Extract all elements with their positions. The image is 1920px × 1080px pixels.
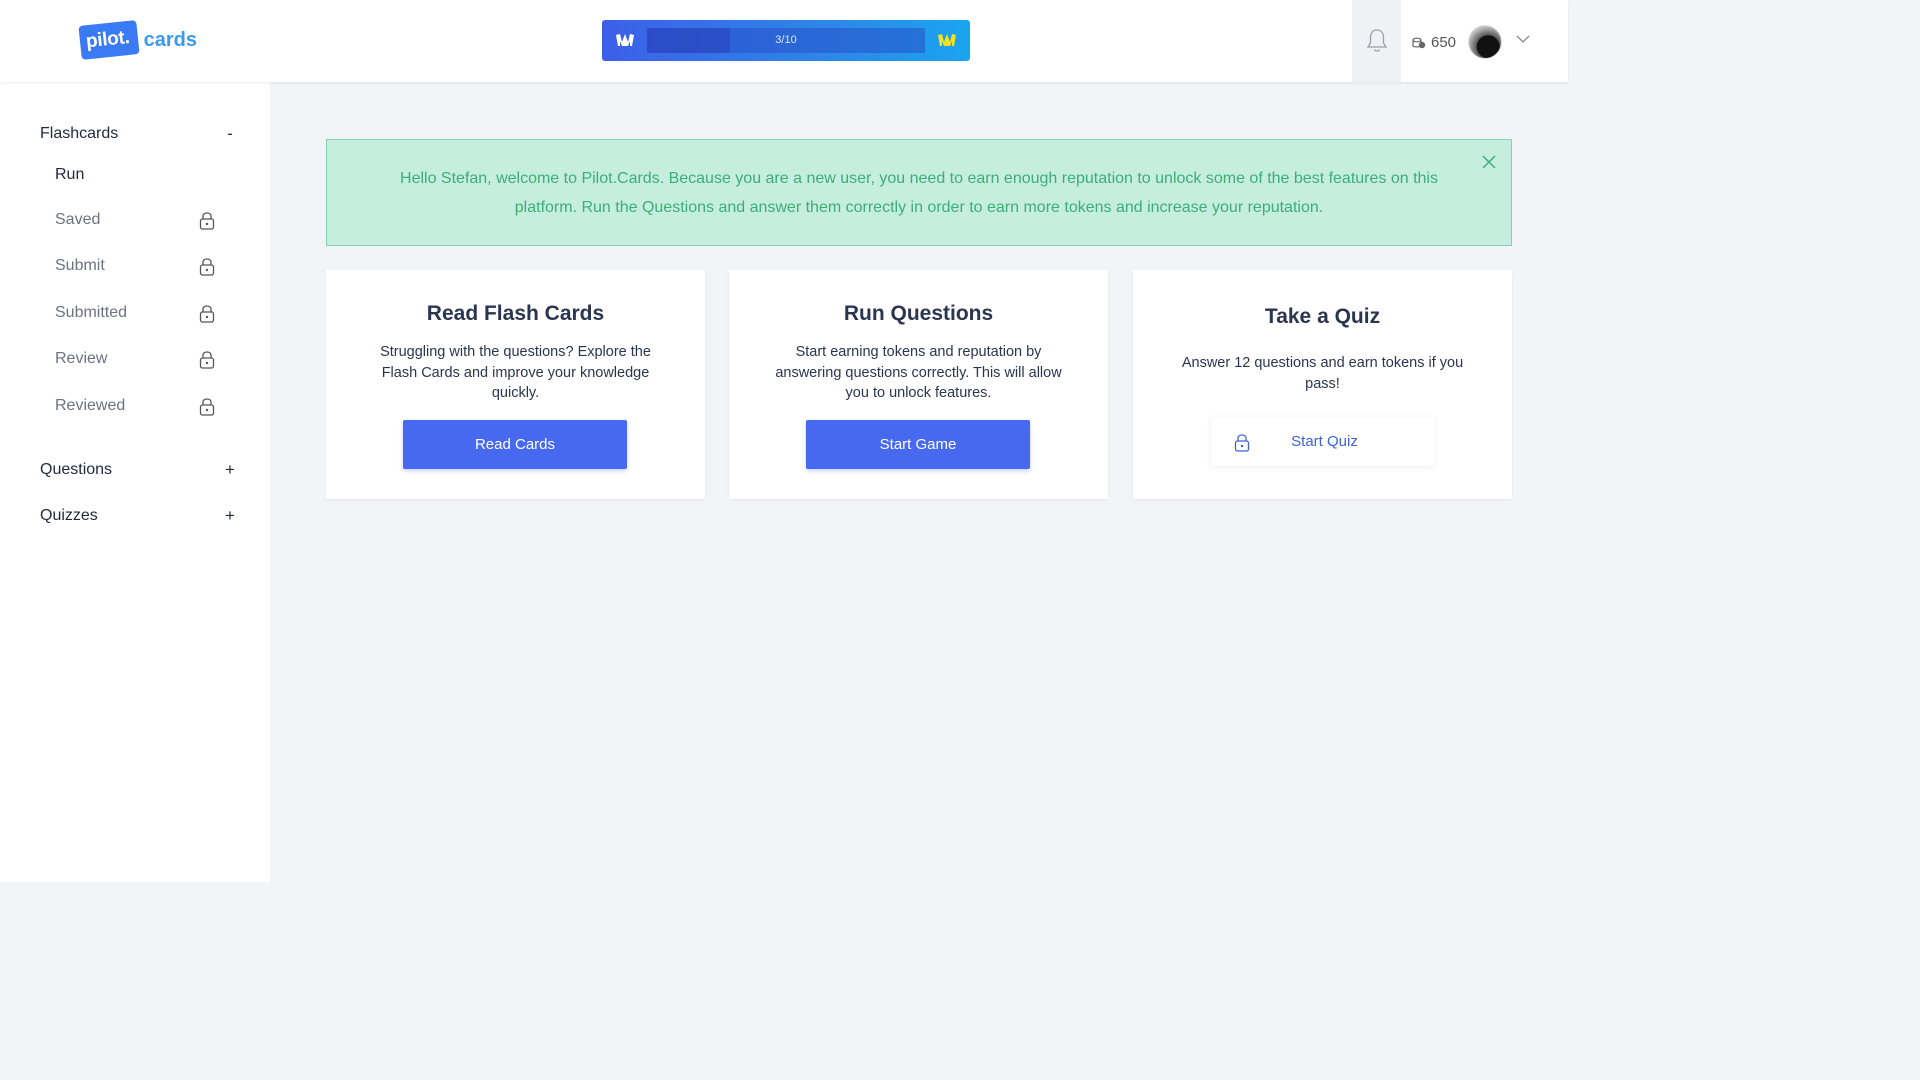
sidebar-section-questions[interactable]: Questions + [40, 460, 236, 480]
token-count: 650 [1431, 34, 1457, 51]
sidebar-item-label: Run [55, 166, 85, 183]
sidebar-item-label: Review [55, 350, 108, 367]
crown-icon [616, 34, 634, 46]
sidebar-item-reviewed[interactable]: Reviewed [55, 396, 215, 416]
lock-icon [199, 212, 215, 230]
welcome-alert-text: Hello Stefan, welcome to Pilot.Cards. Be… [400, 170, 1438, 216]
card-run-questions: Run Questions Start earning tokens and r… [729, 270, 1108, 499]
card-take-a-quiz: Take a Quiz Answer 12 questions and earn… [1133, 270, 1512, 499]
start-quiz-button[interactable]: Start Quiz [1211, 417, 1435, 466]
lock-icon [199, 398, 215, 416]
card-description: Struggling with the questions? Explore t… [380, 344, 651, 401]
sidebar-item-label: Submitted [55, 304, 128, 321]
token-balance: 650 [1412, 34, 1456, 51]
sidebar-item-review[interactable]: Review [55, 349, 215, 369]
lock-icon [1234, 433, 1250, 452]
expand-toggle[interactable]: + [224, 506, 236, 526]
chevron-down-icon[interactable] [1516, 34, 1530, 44]
lock-icon [199, 258, 215, 276]
sidebar-section-flashcards[interactable]: Flashcards - [40, 124, 236, 144]
card-description: Start earning tokens and reputation by a… [775, 344, 1062, 401]
sidebar-section-quizzes[interactable]: Quizzes + [40, 506, 236, 526]
pilot-cards-logo[interactable]: pilot. cards [78, 20, 197, 60]
card-title: Take a Quiz [1264, 305, 1381, 328]
section-label: Questions [40, 461, 113, 478]
sidebar-item-label: Submit [55, 257, 105, 274]
sidebar-item-submitted[interactable]: Submitted [55, 303, 215, 323]
notifications-button[interactable] [1352, 0, 1401, 82]
coins-icon [1412, 37, 1426, 48]
sidebar-item-submit[interactable]: Submit [55, 256, 215, 276]
user-avatar[interactable] [1468, 25, 1502, 59]
section-label: Flashcards [40, 125, 119, 142]
collapse-toggle[interactable]: - [224, 124, 236, 144]
lock-icon [199, 305, 215, 323]
welcome-alert: Hello Stefan, welcome to Pilot.Cards. Be… [326, 139, 1512, 246]
progress-track: 3/10 [647, 28, 925, 53]
sidebar-item-label: Reviewed [55, 397, 126, 414]
section-label: Quizzes [40, 507, 98, 524]
lock-icon [199, 351, 215, 369]
start-quiz-label: Start Quiz [1291, 433, 1358, 450]
card-description: Answer 12 questions and earn tokens if y… [1181, 355, 1464, 392]
crown-icon [938, 34, 956, 46]
card-read-flash-cards: Read Flash Cards Struggling with the que… [326, 270, 705, 499]
logo-badge: pilot. [78, 20, 140, 60]
read-cards-button[interactable]: Read Cards [403, 420, 627, 469]
bell-icon [1366, 29, 1387, 52]
top-header: pilot. cards 3/10 650 [0, 0, 1568, 82]
close-icon[interactable] [1481, 154, 1497, 170]
sidebar-item-saved[interactable]: Saved [55, 210, 215, 230]
card-title: Run Questions [843, 302, 994, 325]
sidebar-item-run[interactable]: Run [55, 166, 215, 184]
expand-toggle[interactable]: + [224, 460, 236, 480]
sidebar: Flashcards - Run Saved Submit Submitted … [0, 82, 270, 882]
progress-label: 3/10 [775, 34, 797, 46]
card-title: Read Flash Cards [426, 302, 605, 325]
sidebar-item-label: Saved [55, 211, 101, 228]
start-game-button[interactable]: Start Game [806, 420, 1030, 469]
level-progress-bar: 3/10 [602, 20, 970, 61]
logo-text: cards [143, 28, 197, 51]
